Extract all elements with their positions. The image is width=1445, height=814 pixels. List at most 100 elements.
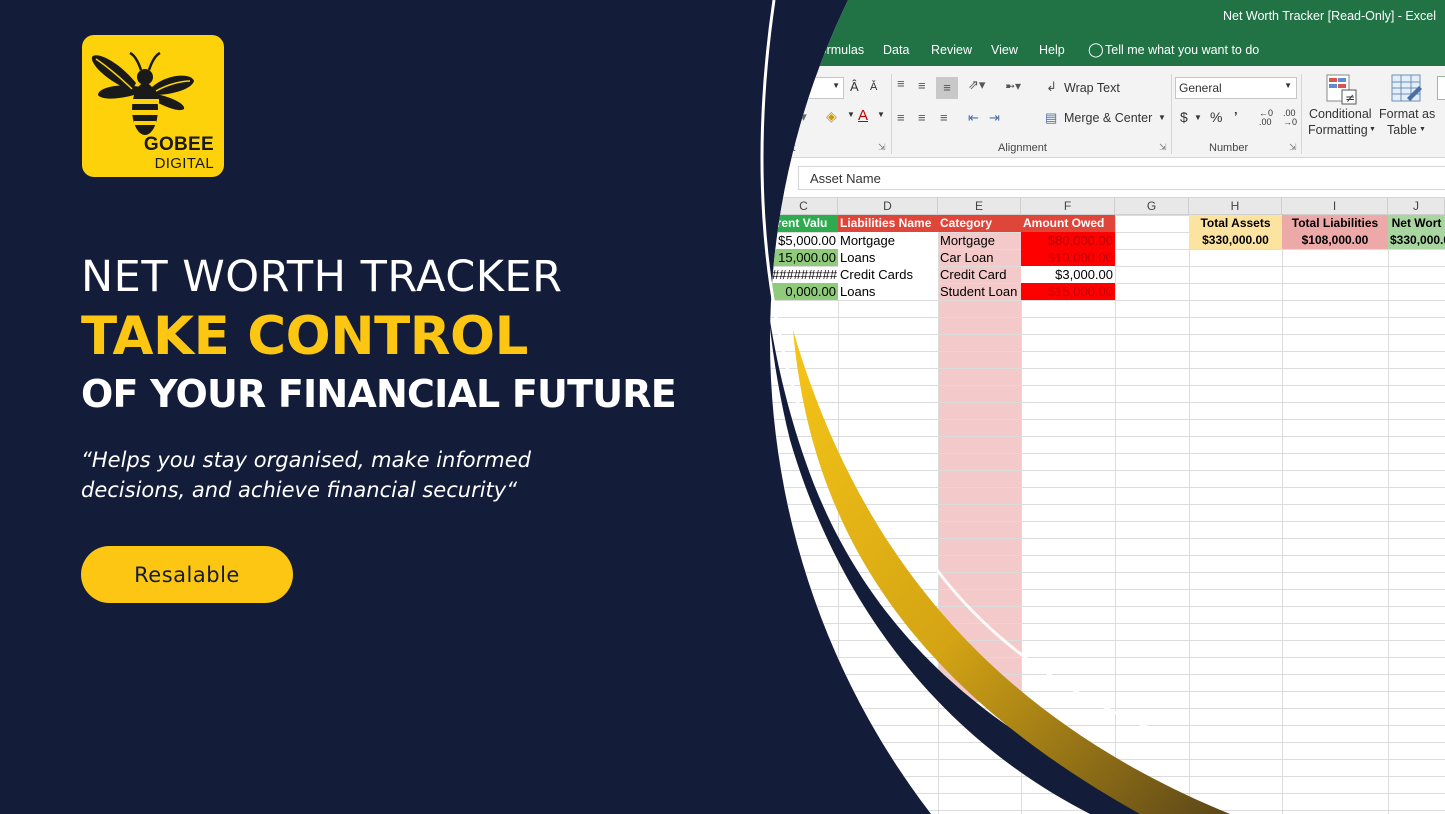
comma-icon[interactable]: ’ [1234,109,1238,124]
alignment-dialog-launcher-icon[interactable]: ⇲ [1159,142,1167,153]
format-as-table-dropdown-icon[interactable]: ▼ [1419,126,1426,133]
cell-total-assets[interactable]: $330,000.00 [1189,232,1282,249]
menu-review[interactable]: Review [931,43,972,57]
wrap-text-icon[interactable]: ↲ [1046,79,1057,95]
align-middle-icon[interactable]: ≡ [918,78,926,93]
excel-ribbon: 12 ▼ Â Ǎ ▦▾ ◈ ▼ A ▼ ont ⇲ ≡ ≡ ≡ ⇗▾ ➼▾ ↲… [770,66,1445,158]
column-header-i[interactable]: I [1282,198,1388,215]
column-header-j[interactable]: J [1388,198,1445,215]
cell-category[interactable]: Car Loan [938,249,1021,266]
borders-icon[interactable]: ▦▾ [788,109,807,125]
brand-logo: GOBEE DIGITAL [82,35,224,177]
increase-decimal-icon[interactable]: ←0.00 [1259,109,1273,127]
menu-view[interactable]: View [991,43,1018,57]
brand-subname: DIGITAL [154,155,214,172]
menu-formulas[interactable]: Formulas [812,43,864,57]
excel-screenshot: Net Worth Tracker [Read-Only] - Excel Fo… [770,0,1445,814]
cell-grid [770,215,1445,814]
format-as-table-label-2[interactable]: Table [1387,123,1417,137]
cell-liability-name[interactable]: Loans [838,283,938,300]
column-header-f[interactable]: F [1021,198,1115,215]
number-dialog-launcher-icon[interactable]: ⇲ [1289,142,1297,153]
header-total-assets[interactable]: Total Assets [1189,215,1282,232]
cell-current-value[interactable]: 15,000.00 [770,249,838,266]
column-header-g[interactable]: G [1115,198,1189,215]
cell-styles-icon[interactable] [1437,76,1445,100]
cell-liability-name[interactable]: Loans [838,249,938,266]
number-format-select[interactable]: General ▼ [1175,77,1297,99]
cell-current-value[interactable]: ######### [770,266,838,283]
hero-subheadline: OF YOUR FINANCIAL FUTURE [81,372,677,416]
align-right-icon[interactable]: ≡ [940,110,948,125]
svg-text:≠: ≠ [1345,91,1355,105]
column-header-d[interactable]: D [838,198,938,215]
window-title: Net Worth Tracker [Read-Only] - Excel [1222,9,1436,23]
percent-icon[interactable]: % [1210,109,1222,125]
cell-amount-owed[interactable]: $15,000.00 [1021,283,1115,300]
align-center-icon[interactable]: ≡ [918,110,926,125]
header-category[interactable]: Category [938,215,1021,232]
column-header-e[interactable]: E [938,198,1021,215]
cell-amount-owed[interactable]: $10,000.00 [1021,249,1115,266]
resalable-button[interactable]: Resalable [81,546,293,603]
merge-center-icon[interactable]: ▤ [1045,110,1057,126]
increase-indent-icon[interactable]: ⇥ [989,110,1000,126]
cell-total-liabilities[interactable]: $108,000.00 [1282,232,1388,249]
hero-quote: “Helps you stay organised, make informed… [81,448,531,502]
format-as-table-icon[interactable] [1391,74,1423,104]
wrap-text-button[interactable]: Wrap Text [1064,81,1120,95]
cell-net-worth[interactable]: $330,000.0 [1388,232,1445,249]
conditional-formatting-icon[interactable]: ≠ [1326,74,1358,106]
conditional-formatting-dropdown-icon[interactable]: ▼ [1369,126,1376,133]
format-as-table-label-1[interactable]: Format as [1379,107,1435,121]
menu-help[interactable]: Help [1039,43,1065,57]
cell-liability-name[interactable]: Mortgage [838,232,938,249]
formula-input[interactable]: Asset Name [798,166,1445,190]
formula-bar: ‹ Asset Name [770,158,1445,198]
currency-icon[interactable]: $ [1180,109,1188,125]
cell-liability-name[interactable]: Credit Cards [838,266,938,283]
merge-center-button[interactable]: Merge & Center [1064,111,1152,125]
cell-current-value[interactable]: $5,000.00 [770,232,838,249]
conditional-formatting-label-2[interactable]: Formatting [1308,123,1368,137]
excel-menubar: Formulas Data Review View Help ◯ Tell me… [770,33,1445,66]
decrease-decimal-icon[interactable]: .00 →0 [1283,109,1297,127]
increase-font-icon[interactable]: Â [850,79,859,94]
header-net-worth[interactable]: Net Wort [1388,215,1445,232]
header-current-value[interactable]: rrent Valu [770,215,838,232]
font-color-dropdown-icon[interactable]: ▼ [877,110,885,119]
font-color-icon[interactable]: A [858,107,868,124]
orientation-icon[interactable]: ⇗▾ [968,77,985,93]
cell-category[interactable]: Mortgage [938,232,1021,249]
font-dialog-launcher-icon[interactable]: ⇲ [878,142,886,153]
group-font-label: ont [780,142,796,154]
header-liabilities-name[interactable]: Liabilities Name [838,215,938,232]
currency-dropdown-icon[interactable]: ▼ [1194,113,1202,122]
cell-amount-owed[interactable]: $80,000.00 [1021,232,1115,249]
formula-bar-arrow-icon: ‹ [776,170,780,184]
column-header-h[interactable]: H [1189,198,1282,215]
bee-icon [91,51,194,135]
cell-category[interactable]: Student Loan [938,283,1021,300]
group-number-label: Number [1209,142,1249,154]
menu-data[interactable]: Data [883,43,909,57]
cell-current-value[interactable]: 0,000.00 [770,283,838,300]
align-top-icon[interactable]: ≡ [897,76,905,91]
decrease-indent-icon[interactable]: ⇤ [968,110,979,126]
align-left-icon[interactable]: ≡ [897,110,905,125]
conditional-formatting-label-1[interactable]: Conditional [1309,107,1372,121]
text-direction-icon[interactable]: ➼▾ [1005,79,1021,93]
column-header-c[interactable]: C [770,198,838,215]
font-size-select[interactable]: 12 ▼ [794,77,844,99]
merge-dropdown-icon[interactable]: ▼ [1158,113,1166,122]
header-amount-owed[interactable]: Amount Owed [1021,215,1115,232]
brand-name: GOBEE [143,134,214,155]
cell-amount-owed[interactable]: $3,000.00 [1021,266,1115,283]
decrease-font-icon[interactable]: Ǎ [870,81,877,93]
tell-me-search[interactable]: Tell me what you want to do [1105,43,1259,57]
cell-category[interactable]: Credit Card [938,266,1021,283]
fill-color-dropdown-icon[interactable]: ▼ [847,110,855,119]
fill-color-icon[interactable]: ◈ [826,108,837,125]
align-bottom-icon[interactable]: ≡ [936,77,958,99]
header-total-liabilities[interactable]: Total Liabilities [1282,215,1388,232]
